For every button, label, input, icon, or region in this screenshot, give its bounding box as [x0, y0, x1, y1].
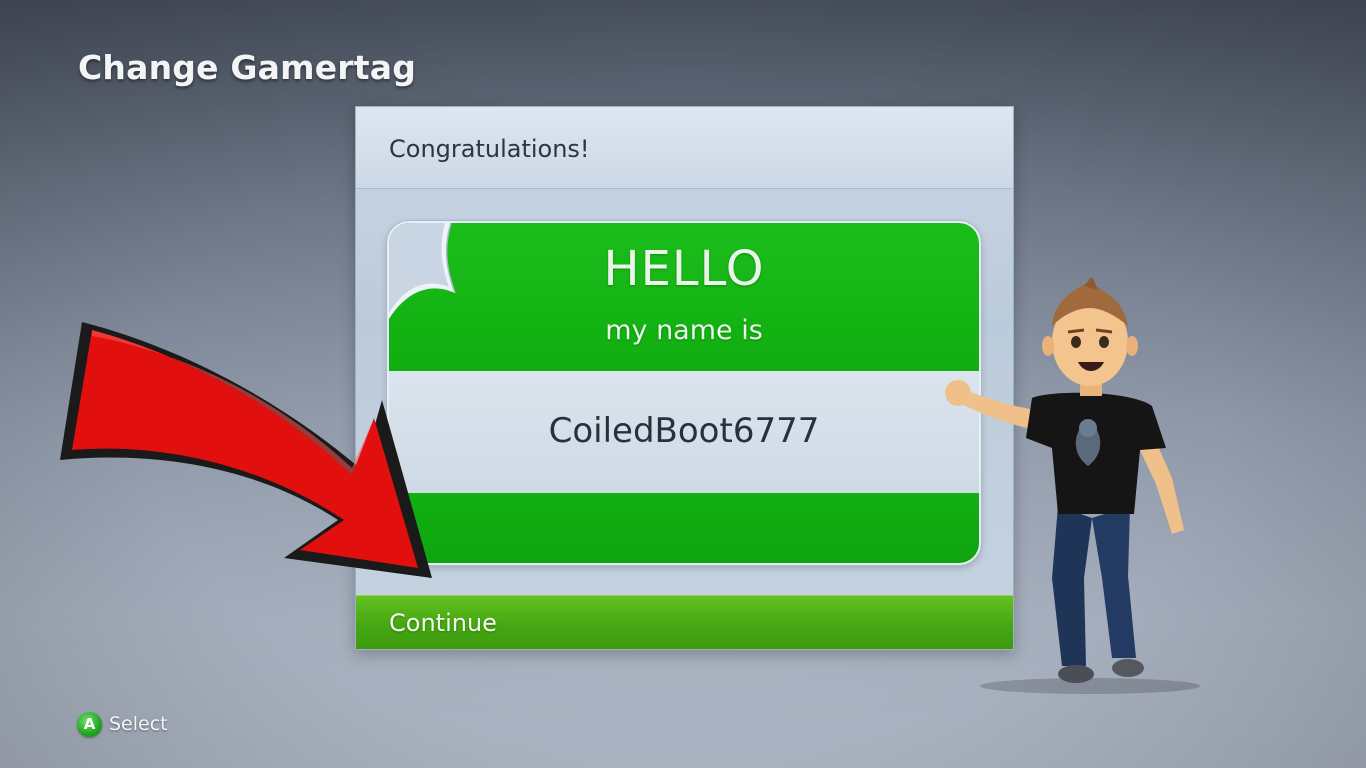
continue-label: Continue — [389, 609, 497, 637]
name-tag-card: HELLO my name is CoiledBoot6777 — [387, 221, 981, 565]
name-tag-body: CoiledBoot6777 — [389, 371, 979, 493]
page-title: Change Gamertag — [78, 48, 417, 87]
red-arrow-icon — [60, 322, 432, 578]
tag-subtitle: my name is — [605, 315, 763, 346]
name-tag-footer — [389, 493, 979, 563]
a-button-icon: A — [77, 711, 102, 737]
gamertag-text: CoiledBoot6777 — [548, 411, 820, 451]
dialog-header: Congratulations! — [356, 107, 1013, 189]
dialog-title: Congratulations! — [389, 135, 590, 163]
select-hint: A Select — [77, 711, 168, 737]
select-label: Select — [109, 713, 168, 735]
continue-button[interactable]: Continue — [356, 595, 1013, 649]
tag-greeting: HELLO — [603, 241, 765, 297]
congratulations-dialog: Congratulations! HELLO my name is Coiled… — [355, 106, 1014, 650]
avatar-figure — [945, 278, 1200, 694]
name-tag-header: HELLO my name is — [389, 223, 979, 371]
